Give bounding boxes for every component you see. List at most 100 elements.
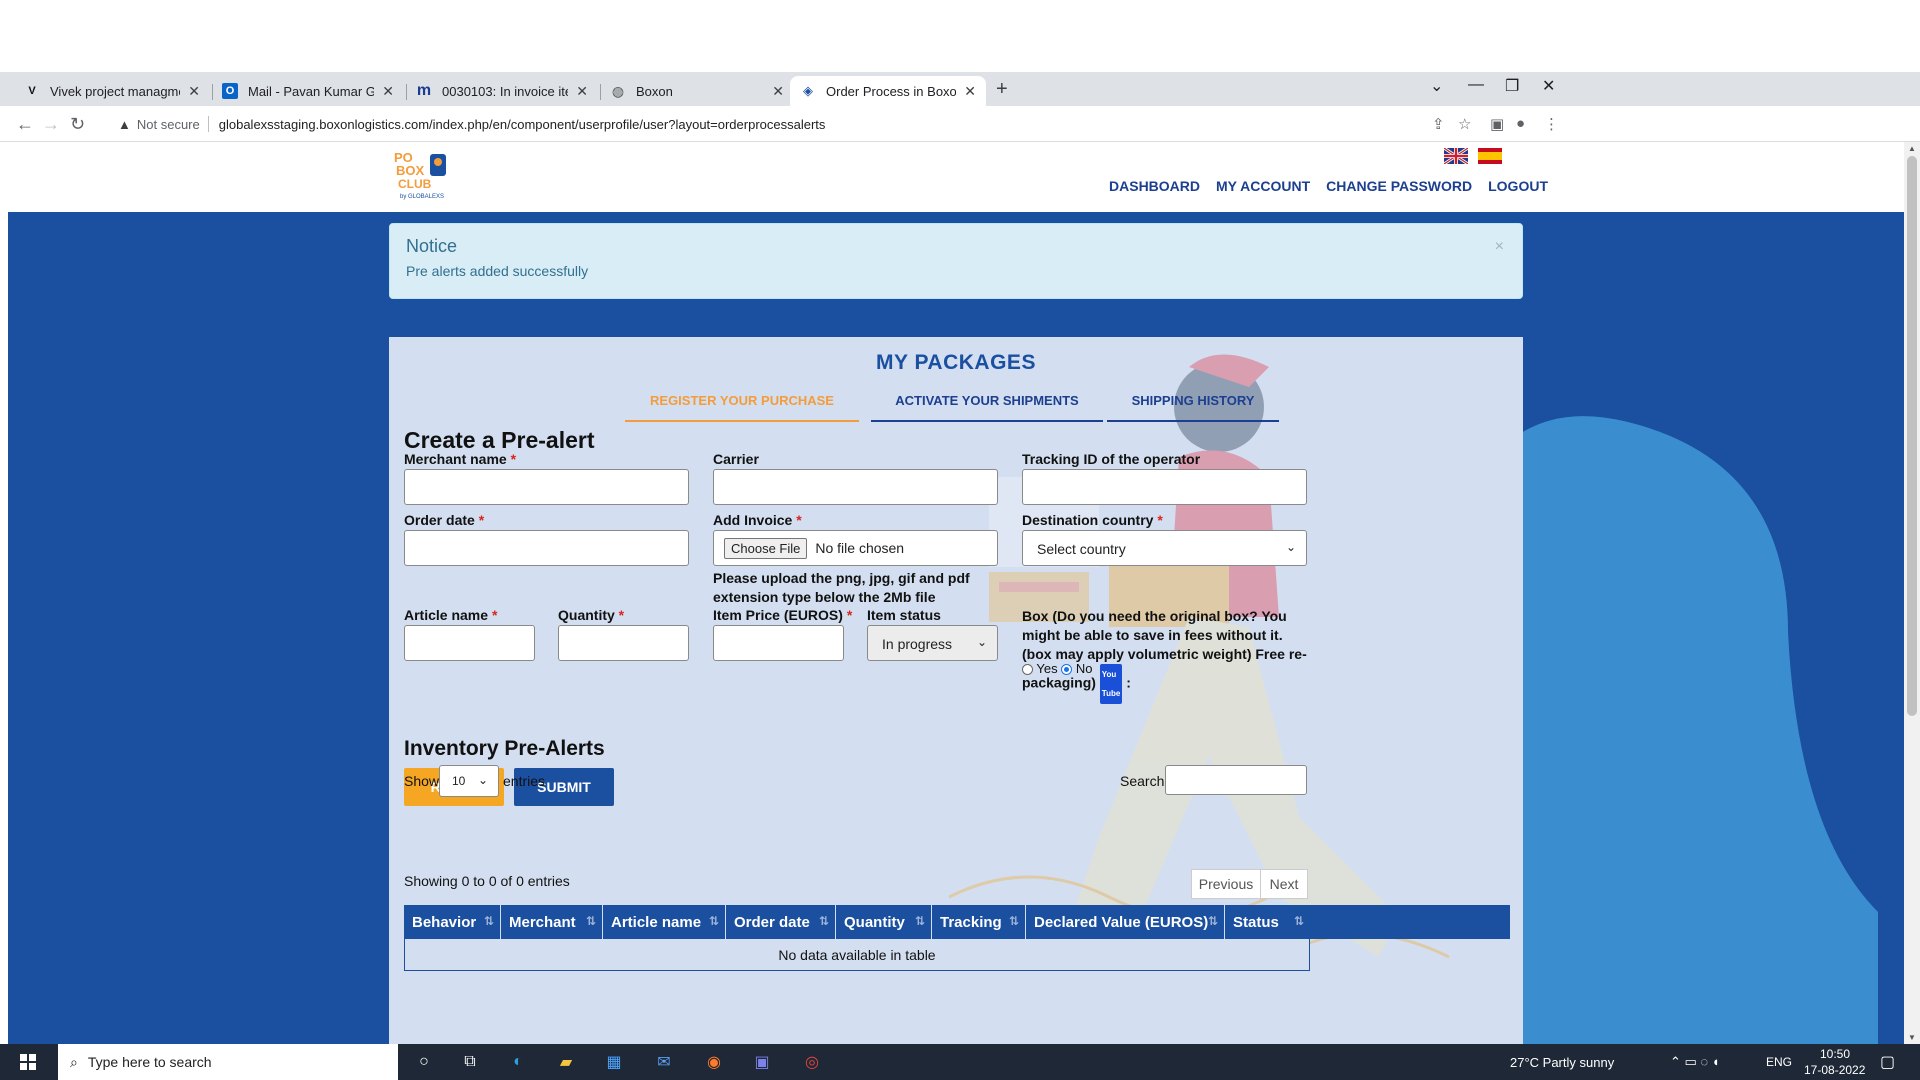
previous-page-button[interactable]: Previous xyxy=(1191,869,1261,899)
tray-icons[interactable]: ⌃ ▭ ◌ ◖ xyxy=(1670,1054,1720,1070)
item-status-label: Item status xyxy=(867,607,941,623)
entries-select[interactable]: 10 ⌄ xyxy=(439,765,499,797)
browser-tab[interactable]: m 0030103: In invoice items are get ✕ xyxy=(406,76,598,106)
scroll-up-icon[interactable]: ▲ xyxy=(1908,144,1916,153)
windows-start-icon[interactable] xyxy=(16,1050,40,1074)
notification-icon[interactable]: ▢ xyxy=(1880,1052,1895,1072)
item-price-input[interactable] xyxy=(713,625,844,661)
tracking-id-input[interactable] xyxy=(1022,469,1307,505)
site-header: PO BOX CLUB by GLOBALEXS DASHBOARD MY AC… xyxy=(0,142,1904,212)
order-date-input[interactable] xyxy=(404,530,689,566)
browser-tab-bar: V Vivek project managment ✕ O Mail - Pav… xyxy=(0,72,1920,106)
tab-search-chevron-icon[interactable]: ⌄ xyxy=(1430,76,1443,96)
top-blank-area xyxy=(0,0,1920,72)
spain-flag-icon[interactable] xyxy=(1478,148,1502,164)
url-field[interactable]: ▲ Not secure globalexsstaging.boxonlogis… xyxy=(118,112,825,136)
weather-text[interactable]: 27°C Partly sunny xyxy=(1510,1055,1614,1070)
browser-tab[interactable]: V Vivek project managment ✕ xyxy=(14,76,210,106)
nav-my-account[interactable]: MY ACCOUNT xyxy=(1216,178,1310,194)
clock-date[interactable]: 17-08-2022 xyxy=(1804,1063,1865,1077)
item-status-select[interactable]: In progress ⌄ xyxy=(867,625,998,661)
store-icon[interactable]: ▦ xyxy=(602,1050,626,1074)
column-header-merchant[interactable]: Merchant ⇅ xyxy=(501,905,603,939)
close-window-icon[interactable]: ✕ xyxy=(1542,76,1555,96)
article-name-input[interactable] xyxy=(404,625,535,661)
back-icon[interactable]: ← xyxy=(16,114,34,135)
column-header-tracking[interactable]: Tracking ⇅ xyxy=(932,905,1026,939)
forward-icon[interactable]: → xyxy=(42,114,60,135)
edge-icon[interactable]: ◐ xyxy=(506,1050,530,1074)
scrollbar-thumb[interactable] xyxy=(1907,156,1917,716)
taskbar-search[interactable]: ⌕ Type here to search xyxy=(58,1044,398,1080)
mantis-favicon-icon: m xyxy=(416,82,432,99)
warning-icon: ▲ xyxy=(118,116,131,132)
mail-icon[interactable]: ✉ xyxy=(652,1050,676,1074)
destination-country-select[interactable]: Select country ⌄ xyxy=(1022,530,1307,566)
table-header: Behavior ⇅ Merchant ⇅ Article name ⇅ Order … xyxy=(404,905,1510,939)
reload-icon[interactable]: ↻ xyxy=(70,114,85,135)
tab-shipping-history[interactable]: SHIPPING HISTORY xyxy=(1107,393,1279,422)
uk-flag-icon[interactable] xyxy=(1444,148,1468,164)
column-header-article-name[interactable]: Article name ⇅ xyxy=(603,905,726,939)
scroll-down-icon[interactable]: ▼ xyxy=(1908,1033,1916,1042)
svg-text:by GLOBALEXS: by GLOBALEXS xyxy=(400,194,444,200)
nav-dashboard[interactable]: DASHBOARD xyxy=(1109,178,1200,194)
merchant-name-input[interactable] xyxy=(404,469,689,505)
box-yes-radio[interactable] xyxy=(1022,664,1033,676)
minimize-icon[interactable]: — xyxy=(1468,76,1484,94)
box-no-radio[interactable] xyxy=(1061,664,1073,676)
task-view-icon[interactable]: ⧉ xyxy=(458,1050,482,1074)
side-panel-icon[interactable]: ▣ xyxy=(1490,115,1504,133)
nav-logout[interactable]: LOGOUT xyxy=(1488,178,1548,194)
column-header-behavior[interactable]: Behavior ⇅ xyxy=(404,905,501,939)
tab-register-purchase[interactable]: REGISTER YOUR PURCHASE xyxy=(625,393,859,422)
next-page-button[interactable]: Next xyxy=(1260,869,1308,899)
boxon-favicon-icon: ◈ xyxy=(803,83,813,98)
chevron-down-icon: ⌄ xyxy=(976,635,987,649)
quantity-input[interactable] xyxy=(558,625,689,661)
search-input[interactable] xyxy=(1165,765,1307,795)
language-indicator[interactable]: ENG xyxy=(1766,1055,1792,1069)
column-header-declared-value[interactable]: Declared Value (EUROS) ⇅ xyxy=(1026,905,1225,939)
column-header-order-date[interactable]: Order date ⇅ xyxy=(726,905,836,939)
close-icon[interactable]: × xyxy=(1495,238,1504,256)
close-tab-icon[interactable]: ✕ xyxy=(964,83,976,100)
browser-tab[interactable]: ◍ Boxon ✕ xyxy=(600,76,794,106)
notice-message: Pre alerts added successfully xyxy=(406,263,589,279)
clock-time[interactable]: 10:50 xyxy=(1820,1047,1850,1061)
destination-country-label: Destination country * xyxy=(1022,512,1163,528)
close-tab-icon[interactable]: ✕ xyxy=(382,83,394,100)
quantity-label: Quantity * xyxy=(558,607,625,623)
nav-change-password[interactable]: CHANGE PASSWORD xyxy=(1326,178,1472,194)
column-header-quantity[interactable]: Quantity ⇅ xyxy=(836,905,932,939)
windows-taskbar: ⌕ Type here to search ○ ⧉ ◐ ▰ ▦ ✉ ◉ ▣ ◎ … xyxy=(0,1044,1920,1080)
profile-icon[interactable]: ● xyxy=(1516,115,1525,132)
invoice-file-input[interactable]: Choose File No file chosen xyxy=(713,530,998,566)
add-invoice-label: Add Invoice * xyxy=(713,512,802,528)
bookmark-star-icon[interactable]: ☆ xyxy=(1458,115,1471,133)
column-header-status[interactable]: Status ⇅ xyxy=(1225,905,1310,939)
close-tab-icon[interactable]: ✕ xyxy=(576,83,588,100)
cortana-icon[interactable]: ○ xyxy=(412,1050,436,1074)
pobox-club-logo[interactable]: PO BOX CLUB by GLOBALEXS xyxy=(392,148,454,202)
close-tab-icon[interactable]: ✕ xyxy=(772,83,784,100)
page-scrollbar[interactable]: ▲ ▼ xyxy=(1904,142,1920,1044)
firefox-icon[interactable]: ◉ xyxy=(702,1050,726,1074)
share-icon[interactable]: ⇪ xyxy=(1432,115,1445,133)
carrier-input[interactable] xyxy=(713,469,998,505)
browser-tab[interactable]: O Mail - Pavan Kumar Gowd Jagale ✕ xyxy=(212,76,404,106)
new-tab-icon[interactable]: + xyxy=(996,78,1008,101)
sort-icon: ⇅ xyxy=(483,914,494,928)
restore-icon[interactable]: ❐ xyxy=(1505,76,1519,96)
browser-tab-active[interactable]: ◈ Order Process in Boxon Pobox Sc ✕ xyxy=(790,76,986,106)
chrome-icon[interactable]: ◎ xyxy=(800,1050,824,1074)
youtube-icon[interactable]: You Tube xyxy=(1099,664,1123,704)
search-label: Search xyxy=(1120,773,1165,789)
teams-icon[interactable]: ▣ xyxy=(750,1050,774,1074)
file-explorer-icon[interactable]: ▰ xyxy=(554,1050,578,1074)
choose-file-button[interactable]: Choose File xyxy=(724,537,808,559)
chevron-down-icon: ⌄ xyxy=(477,773,488,787)
tab-activate-shipments[interactable]: ACTIVATE YOUR SHIPMENTS xyxy=(871,393,1103,422)
menu-kebab-icon[interactable]: ⋮ xyxy=(1544,115,1559,133)
close-tab-icon[interactable]: ✕ xyxy=(188,83,200,100)
